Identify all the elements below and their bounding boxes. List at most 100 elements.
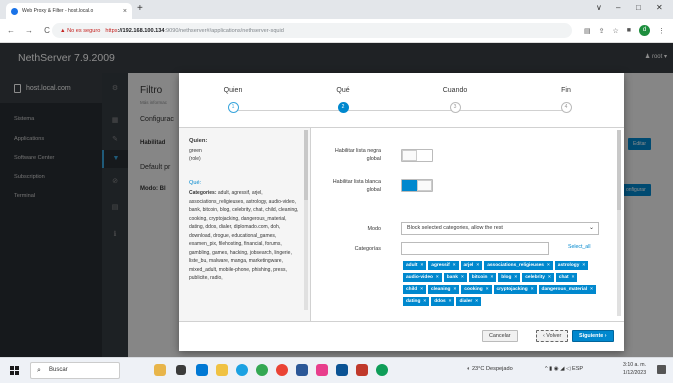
remove-tag-icon[interactable]: × [423, 299, 426, 304]
remove-tag-icon[interactable]: × [476, 263, 479, 268]
weather-widget[interactable]: ◐ 23°C Despejado [467, 366, 513, 372]
remove-tag-icon[interactable]: × [420, 287, 423, 292]
category-tags: adult × agressif × arjel × associations_religi… [403, 261, 599, 309]
file-explorer-icon[interactable] [216, 364, 228, 376]
category-tag[interactable]: child × [403, 285, 427, 294]
remove-tag-icon[interactable]: × [490, 275, 493, 280]
summary-scrollbar-thumb[interactable] [304, 130, 308, 200]
category-tag[interactable]: audio-video × [403, 273, 442, 282]
remove-tag-icon[interactable]: × [572, 275, 575, 280]
category-tag[interactable]: dialer × [456, 297, 482, 306]
close-tab-icon[interactable]: × [123, 8, 127, 15]
language-indicator[interactable]: ESP [572, 366, 583, 372]
category-tag[interactable]: bitcoin × [468, 273, 497, 282]
summary-what-link[interactable]: Qué: [189, 180, 201, 186]
category-tag[interactable]: agressif × [428, 261, 459, 270]
widgets-icon[interactable] [154, 364, 166, 376]
windows-start-icon[interactable] [10, 366, 19, 375]
category-tag[interactable]: adult × [403, 261, 427, 270]
remove-tag-icon[interactable]: × [436, 275, 439, 280]
remove-tag-icon[interactable]: × [547, 263, 550, 268]
browser-tab[interactable]: Web Proxy & Filter - host.local.o × [6, 3, 132, 19]
category-tag[interactable]: cooking × [461, 285, 492, 294]
remove-tag-icon[interactable]: × [453, 287, 456, 292]
vmware-icon[interactable] [296, 364, 308, 376]
store-icon[interactable] [196, 364, 208, 376]
remove-tag-icon[interactable]: × [449, 299, 452, 304]
task-view-icon[interactable] [176, 365, 186, 375]
remove-tag-icon[interactable]: × [461, 275, 464, 280]
chrome-icon[interactable] [256, 364, 268, 376]
edge-icon[interactable] [236, 364, 248, 376]
menu-dots-icon[interactable]: ⋮ [658, 27, 665, 35]
remove-tag-icon[interactable]: × [453, 263, 456, 268]
browser-toolbar-icons: ▤ ⇪ ☆ ■ d ⋮ [584, 25, 665, 36]
form-scrollbar[interactable] [617, 130, 621, 316]
back-arrow-icon[interactable]: ← [4, 26, 18, 35]
new-tab-button[interactable]: + [137, 3, 143, 14]
translate-icon[interactable]: ▤ [584, 27, 591, 35]
whitelist-toggle[interactable] [401, 179, 433, 192]
wizard-progress-line [233, 110, 565, 111]
category-tag[interactable]: celebrity × [522, 273, 554, 282]
remove-tag-icon[interactable]: × [590, 287, 593, 292]
tab-search-icon[interactable]: ∨ [596, 3, 602, 12]
cancel-button[interactable]: Cancelar [482, 330, 518, 342]
form-scrollbar-thumb[interactable] [617, 130, 621, 210]
mode-select[interactable]: Block selected categories, allow the res… [401, 222, 599, 235]
category-tag[interactable]: cleaning × [428, 285, 460, 294]
media-app-icon[interactable] [316, 364, 328, 376]
category-tag[interactable]: cryptojacking × [493, 285, 537, 294]
remove-tag-icon[interactable]: × [475, 299, 478, 304]
categories-search-input[interactable] [401, 242, 549, 255]
wizard-step-que[interactable]: Qué 2 [303, 87, 383, 113]
toggle-knob [402, 150, 417, 161]
remove-tag-icon[interactable]: × [582, 263, 585, 268]
url-input[interactable]: ▲ No es seguro https://192.168.100.134:9… [52, 23, 572, 38]
notification-icon[interactable] [657, 365, 666, 374]
app-icon[interactable] [356, 364, 368, 376]
category-tag[interactable]: blog × [498, 273, 521, 282]
taskbar-search-input[interactable]: ⌕ Buscar [30, 362, 120, 379]
wizard-step-quien[interactable]: Quien 1 [193, 87, 273, 113]
clock-time: 3:10 a. m. [623, 362, 647, 368]
forward-arrow-icon[interactable]: → [22, 26, 36, 35]
chrome-green-icon[interactable] [376, 364, 388, 376]
remove-tag-icon[interactable]: × [514, 275, 517, 280]
categories-label: Categorías [354, 246, 381, 252]
category-tag[interactable]: associations_religieuses × [484, 261, 553, 270]
wizard-step-fin[interactable]: Fin 4 [526, 87, 606, 113]
close-window-button[interactable]: ✕ [656, 3, 663, 12]
select-all-link[interactable]: Select_all [568, 244, 591, 250]
clock-date: 1/12/2023 [623, 369, 647, 376]
remove-tag-icon[interactable]: × [420, 263, 423, 268]
system-tray[interactable]: ^ ▮ ◉ ◢ ◁ ESP [545, 366, 583, 372]
category-tag[interactable]: chat × [555, 273, 578, 282]
category-tag[interactable]: arjel × [460, 261, 483, 270]
remote-app-icon[interactable] [336, 364, 348, 376]
category-tag[interactable]: dangerous_material × [538, 285, 596, 294]
remove-tag-icon[interactable]: × [531, 287, 534, 292]
minimize-button[interactable]: – [616, 3, 620, 12]
clock[interactable]: 3:10 a. m. 1/12/2023 [623, 362, 646, 377]
remove-tag-icon[interactable]: × [548, 275, 551, 280]
address-bar: ← → C ▲ No es seguro https://192.168.100… [0, 19, 673, 43]
share-icon[interactable]: ⇪ [599, 27, 605, 35]
category-tag-label: adult [406, 263, 418, 268]
blacklist-toggle[interactable] [401, 149, 433, 162]
summary-scrollbar[interactable] [304, 130, 308, 310]
category-tag[interactable]: astrology × [554, 261, 589, 270]
not-secure-warning[interactable]: ▲ No es seguro [60, 28, 100, 34]
back-button[interactable]: ‹ Volver [536, 330, 569, 342]
category-tag[interactable]: ddos × [431, 297, 455, 306]
profile-avatar[interactable]: d [639, 25, 650, 36]
wizard-step-cuando[interactable]: Cuando 3 [415, 87, 495, 113]
category-tag[interactable]: dating × [403, 297, 430, 306]
remove-tag-icon[interactable]: × [486, 287, 489, 292]
maximize-button[interactable]: □ [636, 3, 641, 12]
next-button[interactable]: Siguiente › [572, 330, 614, 342]
bookmark-star-icon[interactable]: ☆ [612, 27, 618, 35]
chrome-profile-icon[interactable] [276, 364, 288, 376]
category-tag[interactable]: bank × [443, 273, 467, 282]
sidepanel-icon[interactable]: ■ [627, 27, 631, 34]
